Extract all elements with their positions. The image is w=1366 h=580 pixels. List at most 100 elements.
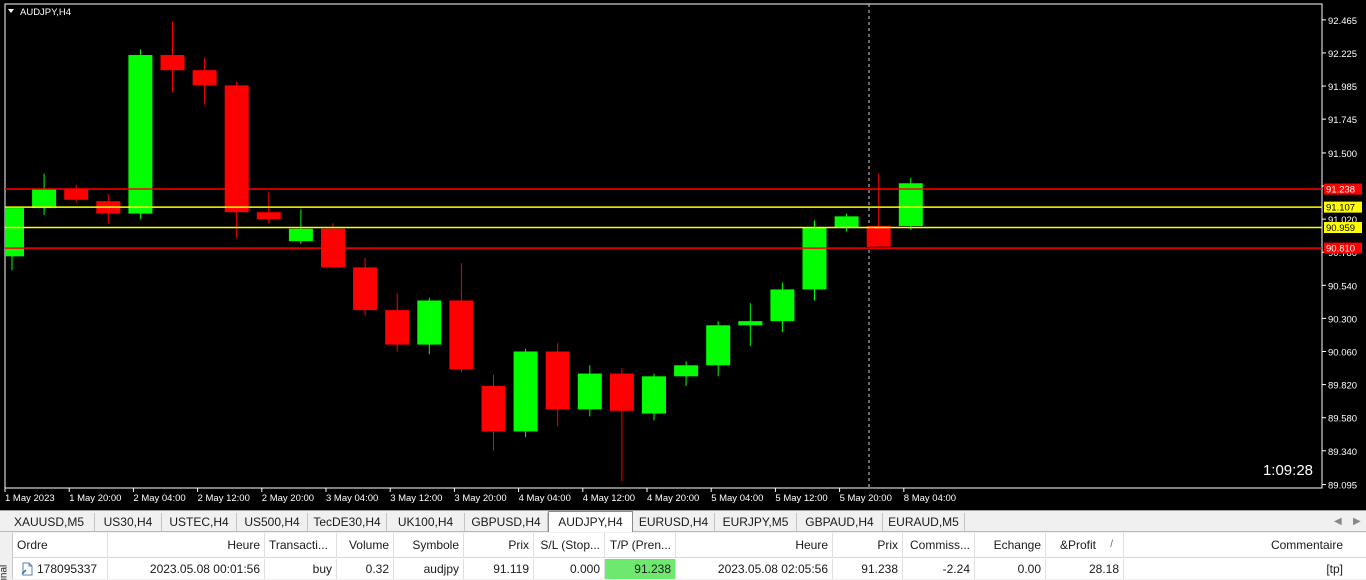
candle-body: [481, 385, 506, 432]
candle-body: [706, 325, 731, 366]
open-price-cell: 91.119: [464, 559, 534, 579]
price-chart[interactable]: 92.46592.22591.98591.74591.50091.26091.0…: [0, 0, 1366, 510]
tab-scroll-left-icon[interactable]: ◀: [1334, 513, 1342, 531]
close-price-cell: 91.238: [833, 559, 903, 579]
profit-cell: 28.18: [1046, 559, 1124, 579]
price-tick-label: 92.225: [1328, 49, 1357, 60]
order-number: 178095337: [37, 562, 98, 576]
tab-eurusd-h4[interactable]: EURUSD,H4: [633, 513, 715, 531]
column-header-stop-loss[interactable]: S/L (Stop...: [534, 533, 605, 557]
price-tick-label: 91.745: [1328, 115, 1357, 126]
price-level-label: 91.107: [1326, 203, 1355, 214]
symbol-cell: audjpy: [394, 559, 464, 579]
candle-body: [32, 188, 57, 209]
candle-body: [674, 365, 699, 377]
tab-us500-h4[interactable]: US500,H4: [237, 513, 308, 531]
tab-uk100-h4[interactable]: UK100,H4: [387, 513, 465, 531]
close-time-cell: 2023.05.08 02:05:56: [676, 559, 833, 579]
candle-body: [802, 227, 827, 290]
time-tick-label: 1 May 20:00: [69, 493, 121, 504]
price-tick-label: 92.465: [1328, 16, 1357, 27]
chart-symbol-title: AUDJPY,H4: [20, 7, 71, 18]
price-tick-label: 90.060: [1328, 347, 1357, 358]
column-header-close-price[interactable]: Prix: [833, 533, 903, 557]
order-cell: 178095337: [13, 559, 108, 579]
column-header-comment[interactable]: Commentaire: [1124, 533, 1347, 557]
tab-eurjpy-m5[interactable]: EURJPY,M5: [715, 513, 797, 531]
sort-indicator-icon: /: [1110, 539, 1113, 550]
time-tick-label: 5 May 20:00: [840, 493, 892, 504]
candle-body: [64, 188, 89, 200]
column-header-open-time[interactable]: Heure: [108, 533, 265, 557]
candle-body: [609, 373, 634, 411]
candle-body: [288, 228, 313, 242]
column-header-profit-label: &Profit: [1060, 538, 1097, 552]
tab-gbpaud-h4[interactable]: GBPAUD,H4: [797, 513, 883, 531]
price-level-label: 90.959: [1326, 223, 1355, 234]
time-tick-label: 5 May 04:00: [711, 493, 763, 504]
time-tick-label: 8 May 04:00: [904, 493, 956, 504]
candle-body: [834, 216, 859, 228]
bar-countdown-timer: 1:09:28: [1263, 462, 1313, 479]
history-table-header: Ordre Heure Transacti... Volume Symbole …: [13, 533, 1366, 558]
price-tick-label: 90.540: [1328, 281, 1357, 292]
tab-euraud-m5[interactable]: EURAUD,M5: [883, 513, 965, 531]
column-header-close-time[interactable]: Heure: [676, 533, 833, 557]
time-tick-label: 2 May 20:00: [262, 493, 314, 504]
commission-cell: -2.24: [903, 559, 975, 579]
candle-body: [513, 351, 538, 432]
tab-xauusd-m5[interactable]: XAUUSD,M5: [4, 513, 95, 531]
price-tick-label: 91.500: [1328, 149, 1357, 160]
tab-audjpy-h4[interactable]: AUDJPY,H4: [548, 511, 633, 532]
candle-body: [224, 85, 249, 213]
column-header-order[interactable]: Ordre: [13, 533, 108, 557]
comment-cell: [tp]: [1326, 562, 1343, 576]
candle-body: [5, 208, 24, 257]
column-header-swap[interactable]: Echange: [975, 533, 1046, 557]
price-tick-label: 89.820: [1328, 381, 1357, 392]
column-header-profit[interactable]: &Profit /: [1046, 533, 1124, 557]
candle-body: [770, 289, 795, 322]
terminal-side-label-text: inal: [0, 564, 10, 580]
document-icon: [21, 562, 33, 576]
type-cell: buy: [265, 559, 337, 579]
price-tick-label: 90.300: [1328, 314, 1357, 325]
take-profit-cell: 91.238: [605, 559, 676, 579]
chart-window[interactable]: 92.46592.22591.98591.74591.50091.26091.0…: [0, 0, 1366, 510]
candle-body: [256, 212, 281, 220]
tab-ustec-h4[interactable]: USTEC,H4: [162, 513, 237, 531]
symbol-menu-icon[interactable]: [8, 9, 14, 13]
time-tick-label: 3 May 12:00: [390, 493, 442, 504]
candle-body: [385, 310, 410, 345]
time-tick-label: 3 May 20:00: [454, 493, 506, 504]
tab-us30-h4[interactable]: US30,H4: [95, 513, 162, 531]
candle-body: [417, 300, 442, 345]
candle-body: [545, 351, 570, 410]
price-tick-label: 89.340: [1328, 447, 1357, 458]
chart-tab-bar: XAUUSD,M5 US30,H4 USTEC,H4 US500,H4 TecDE30,…: [0, 510, 1366, 532]
column-header-symbol[interactable]: Symbole: [394, 533, 464, 557]
column-header-take-profit[interactable]: T/P (Pren...: [605, 533, 676, 557]
column-header-open-price[interactable]: Prix: [464, 533, 534, 557]
volume-cell: 0.32: [337, 559, 394, 579]
tab-tecde30-h4[interactable]: TecDE30,H4: [308, 513, 387, 531]
table-row[interactable]: 178095337 2023.05.08 00:01:56 buy 0.32 a…: [13, 559, 1366, 579]
price-level-label: 90.810: [1326, 244, 1355, 255]
column-header-type[interactable]: Transacti...: [265, 533, 337, 557]
candle-body: [738, 321, 763, 326]
tab-gbpusd-h4[interactable]: GBPUSD,H4: [465, 513, 548, 531]
open-time-cell: 2023.05.08 00:01:56: [108, 559, 265, 579]
terminal-side-label[interactable]: inal: [0, 533, 13, 580]
terminal-history-panel: inal Ordre Heure Transacti... Volume Sym…: [0, 533, 1366, 580]
column-header-commission[interactable]: Commiss...: [903, 533, 975, 557]
price-tick-label: 89.580: [1328, 414, 1357, 425]
candle-body: [128, 55, 153, 214]
tab-scroll-right-icon[interactable]: ▶: [1353, 513, 1361, 531]
candle-body: [642, 376, 666, 414]
candle-body: [449, 300, 474, 370]
candle-body: [577, 373, 602, 410]
price-level-label: 91.238: [1326, 185, 1355, 196]
swap-cell: 0.00: [975, 559, 1046, 579]
stop-loss-cell: 0.000: [534, 559, 605, 579]
column-header-volume[interactable]: Volume: [337, 533, 394, 557]
